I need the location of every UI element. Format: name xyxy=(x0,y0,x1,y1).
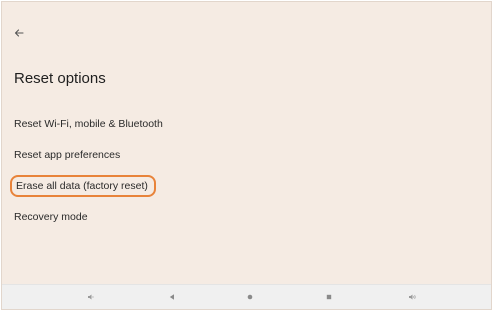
back-nav-button[interactable] xyxy=(165,290,179,304)
reset-options-screen: Reset options Reset Wi-Fi, mobile & Blue… xyxy=(1,1,492,310)
volume-up-button[interactable] xyxy=(405,290,419,304)
reset-app-preferences-option[interactable]: Reset app preferences xyxy=(14,139,163,170)
reset-options-list: Reset Wi-Fi, mobile & Bluetooth Reset ap… xyxy=(10,108,163,232)
reset-app-preferences-label: Reset app preferences xyxy=(14,148,121,161)
back-triangle-icon xyxy=(169,294,174,300)
volume-down-button[interactable] xyxy=(84,290,98,304)
recents-square-icon xyxy=(326,294,332,300)
reset-network-label: Reset Wi-Fi, mobile & Bluetooth xyxy=(14,117,163,130)
page-title: Reset options xyxy=(14,70,106,87)
recovery-mode-label: Recovery mode xyxy=(14,210,88,223)
back-button[interactable] xyxy=(10,24,28,42)
arrow-back-icon xyxy=(14,29,24,37)
factory-reset-option[interactable]: Erase all data (factory reset) xyxy=(10,170,163,201)
reset-network-option[interactable]: Reset Wi-Fi, mobile & Bluetooth xyxy=(14,108,163,139)
recents-nav-button[interactable] xyxy=(322,290,336,304)
volume-down-icon xyxy=(88,294,94,300)
volume-up-icon xyxy=(408,294,416,300)
recovery-mode-option[interactable]: Recovery mode xyxy=(14,201,163,232)
navigation-bar xyxy=(2,284,491,309)
home-circle-icon xyxy=(247,294,253,300)
home-nav-button[interactable] xyxy=(243,290,257,304)
factory-reset-label: Erase all data (factory reset) xyxy=(10,174,156,197)
